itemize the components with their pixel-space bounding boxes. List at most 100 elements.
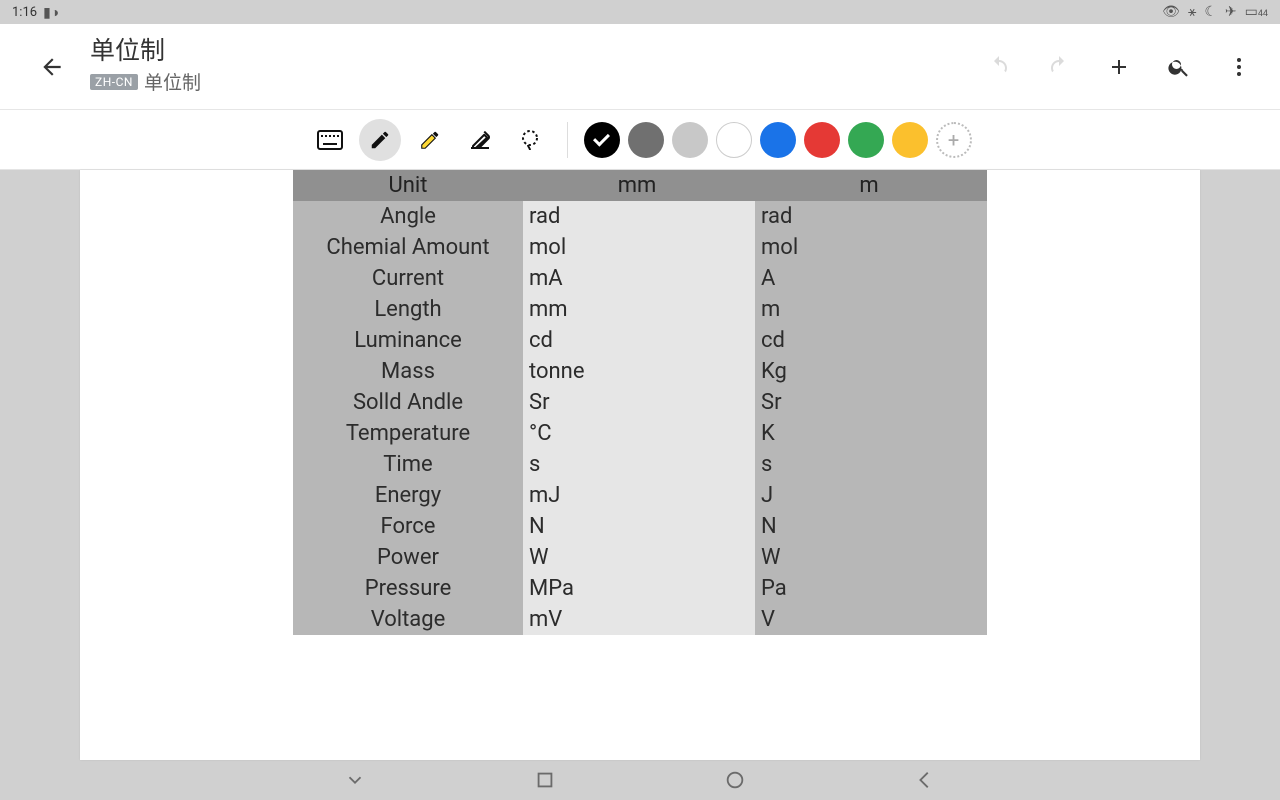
color-lightgray[interactable] <box>672 122 708 158</box>
toolbar-separator <box>567 122 568 158</box>
color-white[interactable] <box>716 122 752 158</box>
cell-name: Angle <box>293 201 523 232</box>
table-row: VoltagemVV <box>293 604 987 635</box>
battery-icon: ▭44 <box>1245 4 1268 20</box>
table-row: PressureMPaPa <box>293 573 987 604</box>
eraser-tool[interactable] <box>459 119 501 161</box>
cell-mm: °C <box>523 418 755 449</box>
cell-mm: s <box>523 449 755 480</box>
back-button[interactable] <box>32 47 72 87</box>
table-row: Angleradrad <box>293 201 987 232</box>
cell-mm: mA <box>523 263 755 294</box>
table-row: Temperature°CK <box>293 418 987 449</box>
cell-mm: mm <box>523 294 755 325</box>
cell-mm: Sr <box>523 387 755 418</box>
camera-icon: ▮◑ <box>43 4 59 21</box>
cell-m: cd <box>755 325 987 356</box>
pen-tool[interactable] <box>359 119 401 161</box>
cell-m: N <box>755 511 987 542</box>
redo-button[interactable] <box>1040 48 1078 86</box>
page-subtitle: 单位制 <box>144 68 201 95</box>
table-row: Chemial Amountmolmol <box>293 232 987 263</box>
table-row: CurrentmAA <box>293 263 987 294</box>
eye-icon: 👁 <box>1162 4 1180 20</box>
cell-m: Pa <box>755 573 987 604</box>
lasso-tool[interactable] <box>509 119 551 161</box>
cell-m: rad <box>755 201 987 232</box>
color-yellow[interactable] <box>892 122 928 158</box>
highlighter-tool[interactable] <box>409 119 451 161</box>
cell-name: Energy <box>293 480 523 511</box>
cell-m: A <box>755 263 987 294</box>
status-time: 1:16 <box>12 5 37 20</box>
units-table: Unit mm m AngleradradChemial Amountmolmo… <box>293 170 987 635</box>
keyboard-tool[interactable] <box>309 119 351 161</box>
cell-mm: mV <box>523 604 755 635</box>
nav-home[interactable] <box>720 765 750 795</box>
cell-name: Length <box>293 294 523 325</box>
cell-name: Chemial Amount <box>293 232 523 263</box>
cell-m: m <box>755 294 987 325</box>
cell-name: Power <box>293 542 523 573</box>
table-row: MasstonneKg <box>293 356 987 387</box>
cell-m: Kg <box>755 356 987 387</box>
cell-mm: cd <box>523 325 755 356</box>
table-row: Solld AndleSrSr <box>293 387 987 418</box>
cell-m: K <box>755 418 987 449</box>
cell-mm: mJ <box>523 480 755 511</box>
app-header: 单位制 ZH-CN 单位制 <box>0 24 1280 110</box>
page-title: 单位制 <box>90 38 201 67</box>
lang-badge: ZH-CN <box>90 74 138 90</box>
cell-m: V <box>755 604 987 635</box>
cell-name: Solld Andle <box>293 387 523 418</box>
table-row: ForceNN <box>293 511 987 542</box>
cell-mm: MPa <box>523 573 755 604</box>
system-nav-bar <box>0 760 1280 800</box>
nav-recents[interactable] <box>530 765 560 795</box>
cell-name: Force <box>293 511 523 542</box>
cell-name: Voltage <box>293 604 523 635</box>
add-button[interactable] <box>1100 48 1138 86</box>
toolbar: + <box>0 110 1280 170</box>
airplane-icon: ✈ <box>1225 4 1237 20</box>
table-row: Lengthmmm <box>293 294 987 325</box>
cell-m: mol <box>755 232 987 263</box>
document-page[interactable]: Unit mm m AngleradradChemial Amountmolmo… <box>80 170 1200 760</box>
th-mm: mm <box>523 170 755 201</box>
cell-mm: N <box>523 511 755 542</box>
undo-button[interactable] <box>980 48 1018 86</box>
color-black[interactable] <box>584 122 620 158</box>
nav-chevron-down[interactable] <box>340 765 370 795</box>
content-area: Unit mm m AngleradradChemial Amountmolmo… <box>0 170 1280 760</box>
cell-name: Temperature <box>293 418 523 449</box>
cell-name: Mass <box>293 356 523 387</box>
cell-m: J <box>755 480 987 511</box>
status-bar: 1:16 ▮◑ 👁 ⚹ ☾ ✈ ▭44 <box>0 0 1280 24</box>
cell-mm: mol <box>523 232 755 263</box>
nav-back[interactable] <box>910 765 940 795</box>
color-green[interactable] <box>848 122 884 158</box>
cell-mm: W <box>523 542 755 573</box>
cell-m: Sr <box>755 387 987 418</box>
th-unit: Unit <box>293 170 523 201</box>
color-gray[interactable] <box>628 122 664 158</box>
more-button[interactable] <box>1220 48 1258 86</box>
bluetooth-icon: ⚹ <box>1188 4 1196 20</box>
table-row: Timess <box>293 449 987 480</box>
dnd-icon: ☾ <box>1204 4 1217 20</box>
th-m: m <box>755 170 987 201</box>
table-row: PowerWW <box>293 542 987 573</box>
cell-mm: rad <box>523 201 755 232</box>
add-color-button[interactable]: + <box>936 122 972 158</box>
table-row: Luminancecdcd <box>293 325 987 356</box>
cell-mm: tonne <box>523 356 755 387</box>
color-blue[interactable] <box>760 122 796 158</box>
cell-m: W <box>755 542 987 573</box>
color-red[interactable] <box>804 122 840 158</box>
cell-name: Time <box>293 449 523 480</box>
cell-m: s <box>755 449 987 480</box>
cell-name: Current <box>293 263 523 294</box>
cell-name: Pressure <box>293 573 523 604</box>
search-button[interactable] <box>1160 48 1198 86</box>
cell-name: Luminance <box>293 325 523 356</box>
